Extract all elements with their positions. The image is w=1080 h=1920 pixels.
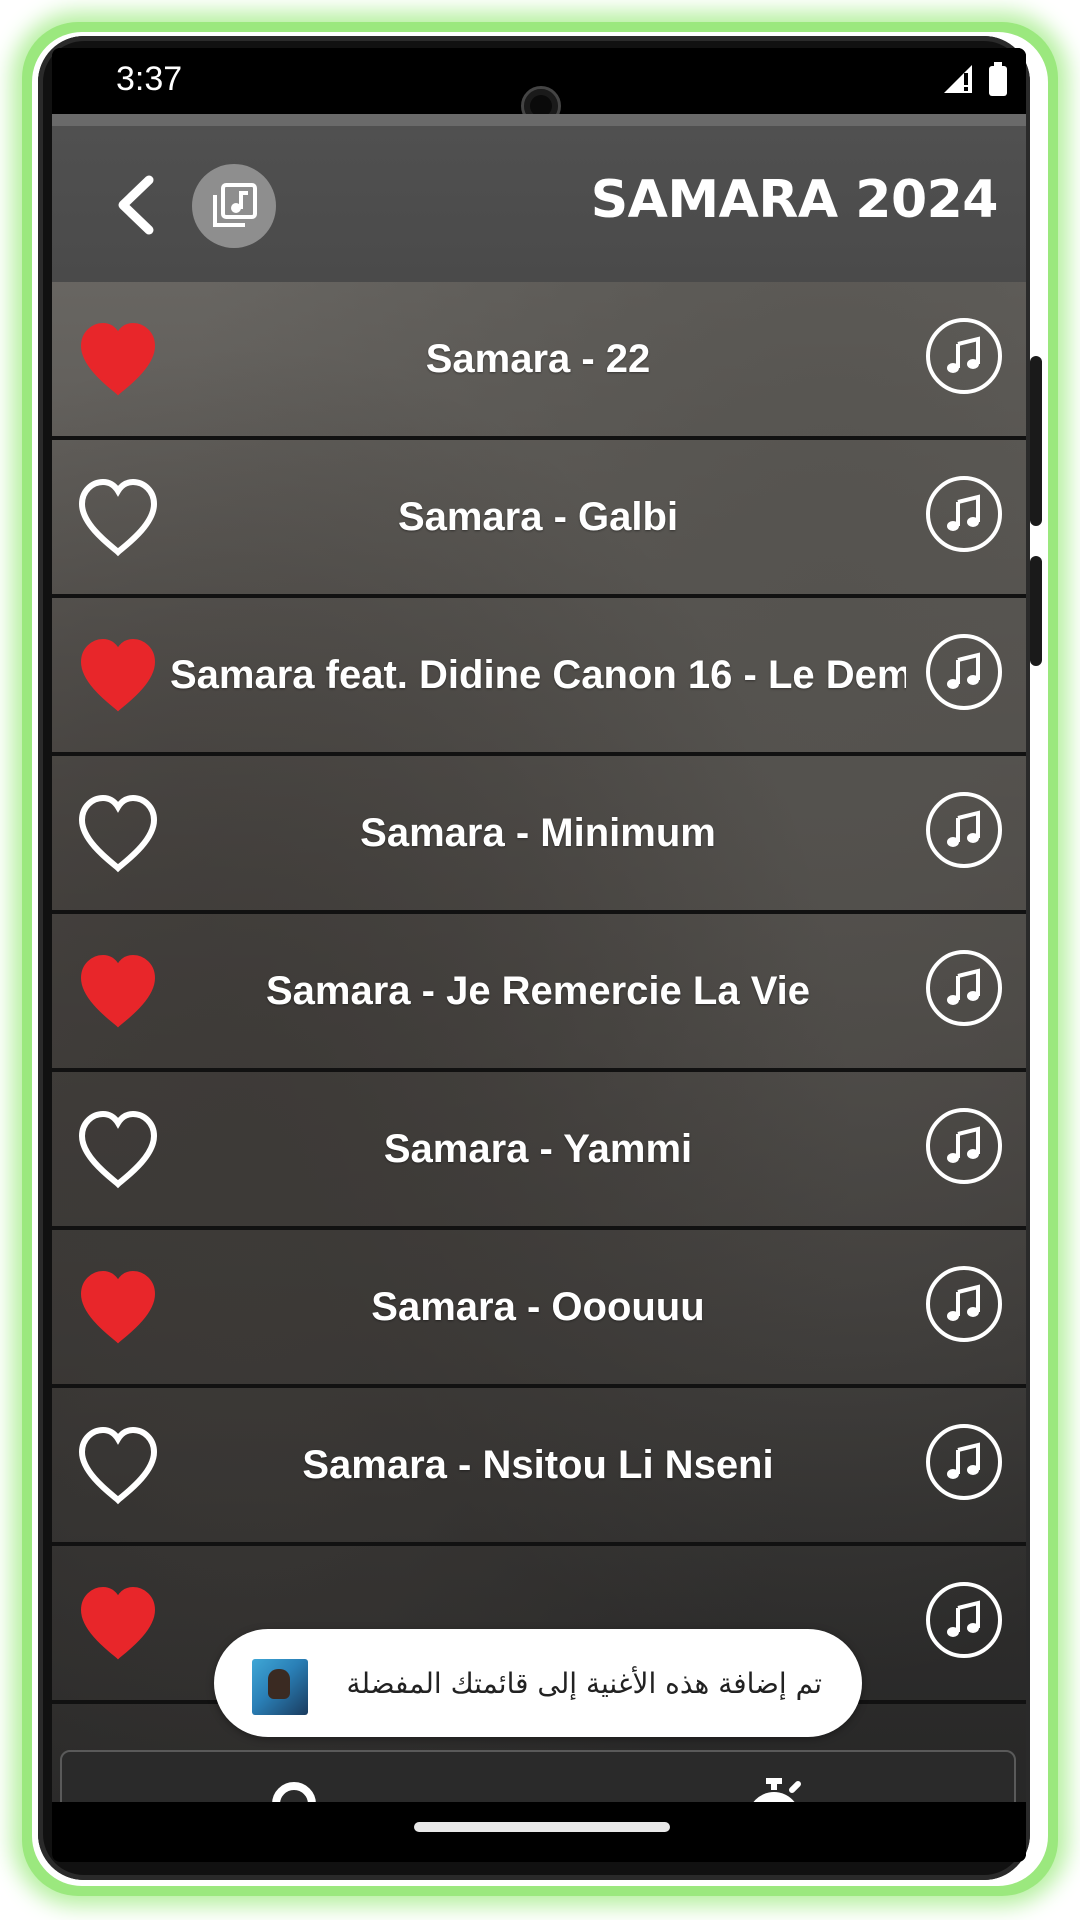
song-title: Samara - Minimum <box>360 810 716 855</box>
song-title: Samara - Nsitou Li Nseni <box>302 1442 774 1487</box>
music-library-button[interactable] <box>192 164 276 248</box>
toast-message: تم إضافة هذه الأغنية إلى قائمتك المفضلة <box>346 1666 822 1700</box>
top-app-bar: SAMARA 2024 <box>52 114 1026 282</box>
play-song-button[interactable] <box>926 318 1002 394</box>
song-row[interactable]: Samara - Minimum <box>52 756 1026 914</box>
volume-button <box>1030 356 1042 526</box>
status-time: 3:37 <box>116 60 183 98</box>
music-note-icon <box>947 1126 980 1163</box>
toast-notification: تم إضافة هذه الأغنية إلى قائمتك المفضلة <box>214 1629 862 1737</box>
heart-outline-icon[interactable] <box>76 794 160 874</box>
song-row[interactable]: Samara - Je Remercie La Vie <box>52 914 1026 1072</box>
music-note-icon <box>947 494 980 531</box>
song-title: Samara - Galbi <box>397 494 679 539</box>
play-song-button[interactable] <box>926 792 1002 868</box>
music-note-icon <box>947 1600 980 1637</box>
heart-filled-icon[interactable] <box>76 1584 160 1664</box>
song-row[interactable]: Samara - Ooouuu <box>52 1230 1026 1388</box>
heart-filled-icon[interactable] <box>76 1268 160 1348</box>
screen: 3:37 SAMARA 2024 Samara - 22 Samara - Ga… <box>52 48 1026 1862</box>
status-bar: 3:37 <box>52 48 1026 126</box>
heart-outline-icon[interactable] <box>76 1426 160 1506</box>
song-title: Samara feat. Didine Canon 16 - Le Dem <box>170 652 906 697</box>
music-library-icon <box>213 183 257 227</box>
play-song-button[interactable] <box>926 634 1002 710</box>
song-row[interactable]: Samara - Yammi <box>52 1072 1026 1230</box>
music-note-icon <box>947 968 980 1005</box>
chevron-left-icon <box>118 175 154 235</box>
heart-filled-icon[interactable] <box>76 320 160 400</box>
play-song-button[interactable] <box>926 1424 1002 1500</box>
song-row[interactable]: Samara - Nsitou Li Nseni <box>52 1388 1026 1546</box>
play-song-button[interactable] <box>926 1266 1002 1342</box>
app-content: SAMARA 2024 Samara - 22 Samara - Galbi Sam… <box>52 114 1026 1862</box>
song-title: Samara - Ooouuu <box>371 1284 705 1329</box>
album-thumbnail <box>252 1659 308 1715</box>
song-title: Samara - Yammi <box>383 1126 693 1171</box>
play-song-button[interactable] <box>926 476 1002 552</box>
music-note-icon <box>947 1284 980 1321</box>
back-button[interactable] <box>100 170 170 240</box>
music-note-icon <box>947 336 980 373</box>
page-title: SAMARA 2024 <box>590 170 999 230</box>
heart-outline-icon[interactable] <box>76 1110 160 1190</box>
music-note-icon <box>947 652 980 689</box>
power-button <box>1030 556 1042 666</box>
music-note-icon <box>947 810 980 847</box>
home-indicator[interactable] <box>414 1822 670 1832</box>
heart-filled-icon[interactable] <box>76 636 160 716</box>
song-row[interactable]: Samara - 22 <box>52 282 1026 440</box>
play-song-button[interactable] <box>926 1582 1002 1658</box>
song-title: Samara - 22 <box>425 336 651 381</box>
heart-outline-icon[interactable] <box>76 478 160 558</box>
song-row[interactable]: Samara - Galbi <box>52 440 1026 598</box>
music-note-icon <box>947 1442 980 1479</box>
song-list: Samara - 22 Samara - Galbi Samara feat. Di… <box>52 282 1026 1704</box>
play-song-button[interactable] <box>926 950 1002 1026</box>
battery-icon <box>988 62 1008 101</box>
status-icons <box>942 62 1008 102</box>
system-nav-bar <box>52 1802 1026 1862</box>
signal-icon <box>942 63 978 100</box>
play-song-button[interactable] <box>926 1108 1002 1184</box>
song-row[interactable]: Samara feat. Didine Canon 16 - Le Dem <box>52 598 1026 756</box>
heart-filled-icon[interactable] <box>76 952 160 1032</box>
song-title: Samara - Je Remercie La Vie <box>265 968 811 1013</box>
